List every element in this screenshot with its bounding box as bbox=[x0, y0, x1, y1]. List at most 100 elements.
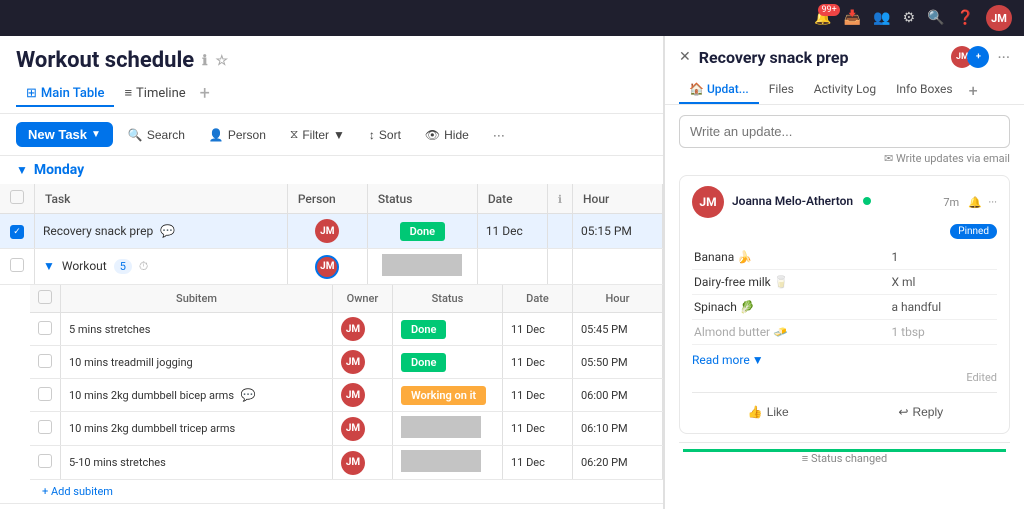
person-cell: JM bbox=[287, 214, 367, 249]
new-task-button[interactable]: New Task ▼ bbox=[16, 122, 113, 147]
sub-checkbox[interactable] bbox=[38, 454, 52, 468]
reply-button[interactable]: ↩ Reply bbox=[845, 401, 998, 423]
table-row[interactable]: ▼ Workout 5 ⏱ JM bbox=[0, 249, 663, 285]
sub-task-cell: 5 mins stretches bbox=[61, 313, 333, 346]
like-button[interactable]: 👍 Like bbox=[692, 401, 845, 423]
person-avatar: JM bbox=[315, 255, 339, 279]
comment-actions: 👍 Like ↩ Reply bbox=[692, 392, 997, 423]
tab-main-table[interactable]: ⊞ Main Table bbox=[16, 82, 114, 107]
pinned-badge: Pinned bbox=[950, 224, 997, 239]
add-subitem-button[interactable]: + Add subitem bbox=[30, 480, 663, 503]
rp-assignee-avatar2: + bbox=[967, 46, 989, 68]
date-cell: 11 Dec bbox=[477, 214, 547, 249]
add-view-button[interactable]: + bbox=[200, 85, 210, 103]
comment-options-icon[interactable]: 🔔 bbox=[968, 196, 982, 209]
sub-owner-cell: JM bbox=[333, 346, 393, 379]
task-chat-icon[interactable]: 💬 bbox=[160, 224, 175, 238]
edited-label: Edited bbox=[692, 371, 997, 384]
table-row[interactable]: 10 mins treadmill jogging JM Done 11 Dec… bbox=[30, 346, 663, 379]
inbox-icon[interactable]: 📥 bbox=[844, 10, 861, 26]
group-monday-header: ▼ Monday bbox=[0, 156, 663, 184]
sub-date-cell: 11 Dec bbox=[503, 412, 573, 446]
table-row[interactable]: 10 mins 2kg dumbbell bicep arms 💬 JM Wor… bbox=[30, 379, 663, 412]
subitem-icon[interactable]: ⏱ bbox=[139, 259, 148, 273]
task-chat-icon[interactable]: 💬 bbox=[241, 388, 256, 402]
rp-tab-activity[interactable]: Activity Log bbox=[804, 76, 886, 104]
info-icon[interactable]: ℹ bbox=[202, 53, 207, 69]
status-cell[interactable] bbox=[367, 249, 477, 285]
sub-col-date: Date bbox=[503, 285, 573, 313]
people-icon[interactable]: 👥 bbox=[873, 10, 890, 26]
ingredient-row: Dairy-free milk 🥛 X ml bbox=[692, 270, 997, 295]
main-table: Task Person Status Date ℹ Hour ✓ Recover… bbox=[0, 184, 663, 285]
user-avatar[interactable]: JM bbox=[986, 5, 1012, 31]
sub-hour-cell: 06:00 PM bbox=[573, 379, 663, 412]
star-icon[interactable]: ☆ bbox=[216, 53, 229, 69]
rp-tab-infoboxes[interactable]: Info Boxes bbox=[886, 76, 962, 104]
search-button[interactable]: 🔍 Search bbox=[119, 123, 194, 147]
help-icon[interactable]: ❓ bbox=[957, 10, 974, 26]
search-icon[interactable]: 🔍 bbox=[927, 10, 944, 26]
comment-card: JM Joanna Melo-Atherton 7m 🔔 ··· bbox=[679, 175, 1010, 434]
comment-author: Joanna Melo-Atherton bbox=[732, 194, 853, 208]
sub-status-cell[interactable]: Done bbox=[393, 346, 503, 379]
more-options-button[interactable]: ··· bbox=[484, 123, 514, 147]
expand-icon[interactable]: ▼ bbox=[43, 259, 55, 273]
row-checkbox[interactable] bbox=[10, 258, 24, 272]
sub-checkbox[interactable] bbox=[38, 387, 52, 401]
status-badge: Done bbox=[401, 353, 446, 372]
ingredient-amount: X ml bbox=[889, 270, 997, 295]
sub-owner-cell: JM bbox=[333, 446, 393, 480]
update-email-text: ✉ Write updates via email bbox=[679, 152, 1010, 165]
subitem-table: Subitem Owner Status Date Hour 5 mins st… bbox=[30, 285, 663, 480]
sub-checkbox[interactable] bbox=[38, 354, 52, 368]
status-cell[interactable]: Done bbox=[367, 214, 477, 249]
reply-icon: ↩ bbox=[898, 405, 908, 419]
sub-status-cell[interactable] bbox=[393, 446, 503, 480]
add-task-button[interactable]: + Add task bbox=[0, 503, 663, 509]
comment-time: 7m 🔔 ··· bbox=[943, 196, 997, 209]
sub-check-cell bbox=[30, 446, 61, 480]
sub-date-cell: 11 Dec bbox=[503, 379, 573, 412]
timeline-icon: ≡ bbox=[124, 85, 132, 101]
close-panel-button[interactable]: ✕ bbox=[679, 49, 691, 65]
group-collapse-icon[interactable]: ▼ bbox=[16, 163, 28, 177]
tab-timeline[interactable]: ≡ Timeline bbox=[114, 81, 195, 107]
sort-icon: ↕ bbox=[369, 128, 375, 142]
person-filter-button[interactable]: 👤 Person bbox=[200, 123, 275, 147]
sub-task-cell: 10 mins 2kg dumbbell tricep arms bbox=[61, 412, 333, 446]
main-table-icon: ⊞ bbox=[26, 86, 37, 101]
sub-status-cell[interactable]: Working on it bbox=[393, 379, 503, 412]
hide-button[interactable]: 👁 Hide bbox=[416, 123, 478, 147]
sub-date-cell: 11 Dec bbox=[503, 446, 573, 480]
sort-button[interactable]: ↕ Sort bbox=[360, 123, 410, 147]
sub-check-cell bbox=[30, 412, 61, 446]
sub-checkbox[interactable] bbox=[38, 321, 52, 335]
new-task-dropdown-arrow[interactable]: ▼ bbox=[91, 129, 101, 140]
update-input[interactable] bbox=[679, 115, 1010, 148]
sub-col-hour: Hour bbox=[573, 285, 663, 313]
sub-status-cell[interactable] bbox=[393, 412, 503, 446]
table-row[interactable]: ✓ Recovery snack prep 💬 JM Done 11 Dec bbox=[0, 214, 663, 249]
read-more-button[interactable]: Read more ▼ bbox=[692, 353, 997, 367]
rp-add-tab-button[interactable]: + bbox=[963, 77, 984, 104]
table-row[interactable]: 5 mins stretches JM Done 11 Dec 05:45 PM bbox=[30, 313, 663, 346]
comment-more-icon[interactable]: ··· bbox=[988, 196, 997, 209]
rp-tab-files[interactable]: Files bbox=[759, 76, 804, 104]
ingredient-name-faded: Almond butter 🧈 bbox=[692, 320, 889, 345]
row-checkbox[interactable]: ✓ bbox=[10, 225, 24, 239]
sub-status-cell[interactable]: Done bbox=[393, 313, 503, 346]
rp-tab-updates[interactable]: 🏠 Updat... bbox=[679, 76, 759, 104]
comment-avatar: JM bbox=[692, 186, 724, 218]
table-row[interactable]: 10 mins 2kg dumbbell tricep arms JM 11 D… bbox=[30, 412, 663, 446]
select-all-checkbox[interactable] bbox=[10, 190, 24, 204]
filter-button[interactable]: ⧖ Filter ▼ bbox=[281, 122, 354, 147]
table-row[interactable]: 5-10 mins stretches JM 11 Dec 06:20 PM bbox=[30, 446, 663, 480]
task-cell: Recovery snack prep 💬 bbox=[35, 214, 288, 249]
sub-checkbox[interactable] bbox=[38, 420, 52, 434]
person-avatar: JM bbox=[315, 219, 339, 243]
notifications-icon[interactable]: 🔔 99+ bbox=[814, 10, 831, 26]
rp-more-button[interactable]: ··· bbox=[997, 48, 1010, 67]
apps-icon[interactable]: ⚙ bbox=[903, 10, 916, 26]
sub-select-all[interactable] bbox=[38, 290, 52, 304]
